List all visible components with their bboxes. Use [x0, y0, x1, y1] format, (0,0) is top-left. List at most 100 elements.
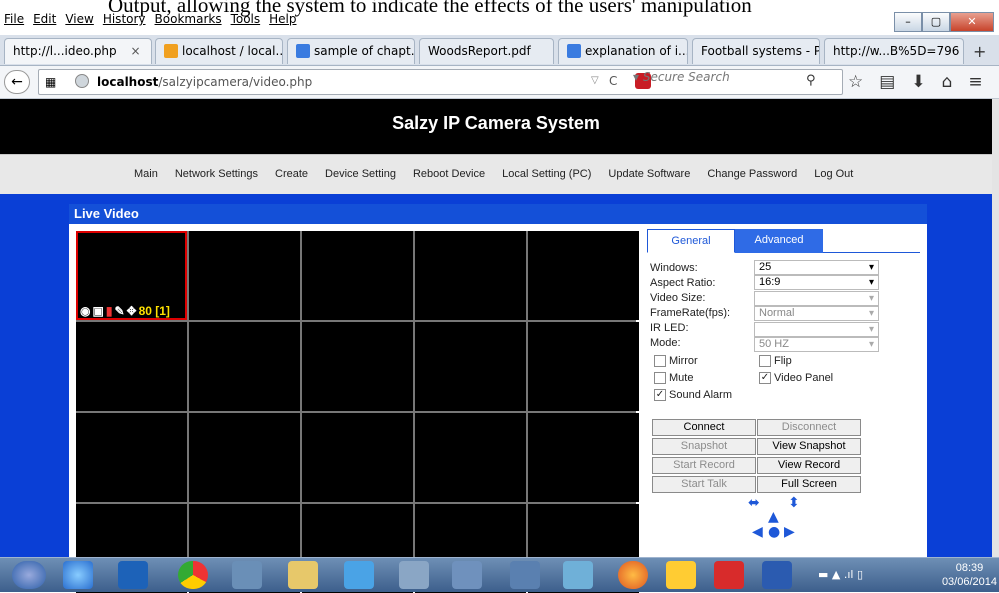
tab-sample-chapter[interactable]: sample of chapt... — [287, 38, 415, 64]
video-cell[interactable] — [302, 413, 413, 502]
menu-reboot-device[interactable]: Reboot Device — [413, 168, 485, 180]
video-panel-checkbox[interactable]: ✓ Video Panel — [759, 372, 833, 384]
bookmark-star-icon[interactable]: ☆ — [848, 72, 863, 92]
tab-phpmyadmin[interactable]: localhost / local... — [155, 38, 283, 64]
tray-icons[interactable]: ▬ ▲ .ıl ▯ — [818, 568, 863, 581]
home-icon[interactable]: ⌂ — [942, 72, 953, 92]
word-icon[interactable] — [762, 561, 792, 589]
menu-network-settings[interactable]: Network Settings — [175, 168, 258, 180]
video-cell[interactable] — [415, 231, 526, 320]
start-talk-button[interactable]: Start Talk — [652, 476, 756, 493]
ie-icon[interactable] — [344, 561, 374, 589]
tab-advanced[interactable]: Advanced — [735, 229, 823, 253]
mute-checkbox[interactable]: Mute — [654, 372, 693, 384]
alarm-icon[interactable]: ▮ — [106, 304, 113, 318]
view-snapshot-button[interactable]: View Snapshot — [757, 438, 861, 455]
pan-horizontal-icon[interactable]: ⬌ — [748, 495, 760, 511]
tilt-vertical-icon[interactable]: ⬍ — [788, 495, 800, 511]
reload-icon[interactable]: C — [609, 74, 617, 88]
framerate-select[interactable]: Normal — [754, 306, 879, 321]
ir-led-select[interactable] — [754, 322, 879, 337]
ptz-right-icon[interactable]: ▶ — [784, 524, 795, 540]
menu-local-setting[interactable]: Local Setting (PC) — [502, 168, 591, 180]
menu-update-software[interactable]: Update Software — [608, 168, 690, 180]
tab-close-icon[interactable]: × — [131, 44, 141, 58]
video-cell[interactable] — [528, 231, 639, 320]
paint-icon[interactable] — [232, 561, 262, 589]
app-icon[interactable] — [452, 561, 482, 589]
network-icon[interactable] — [510, 561, 540, 589]
video-size-select[interactable] — [754, 291, 879, 306]
move-icon[interactable]: ✥ — [127, 304, 137, 318]
menu-create[interactable]: Create — [275, 168, 308, 180]
search-input[interactable]: ▾ Secure Search — [633, 70, 831, 88]
disconnect-button[interactable]: Disconnect — [757, 419, 861, 436]
start-button-icon[interactable] — [12, 561, 46, 589]
menu-log-out[interactable]: Log Out — [814, 168, 853, 180]
flip-checkbox[interactable]: Flip — [759, 355, 792, 367]
lightbulb-icon[interactable] — [666, 561, 696, 589]
ptz-up-icon[interactable]: ▲ — [768, 509, 779, 525]
sound-alarm-checkbox[interactable]: ✓ Sound Alarm — [654, 389, 732, 401]
video-cell[interactable] — [415, 413, 526, 502]
video-cell[interactable] — [189, 231, 300, 320]
menu-change-password[interactable]: Change Password — [707, 168, 797, 180]
tab-football-systems[interactable]: Football systems - P... — [692, 38, 820, 64]
menu-file[interactable]: File — [4, 12, 24, 26]
chrome-icon[interactable] — [178, 561, 208, 589]
firefox-icon[interactable] — [618, 561, 648, 589]
video-cell[interactable] — [76, 413, 187, 502]
full-screen-button[interactable]: Full Screen — [757, 476, 861, 493]
mode-select[interactable]: 50 HZ — [754, 337, 879, 352]
maximize-button[interactable]: ▢ — [922, 12, 950, 32]
mirror-checkbox[interactable]: Mirror — [654, 355, 698, 367]
tab-woods-report[interactable]: WoodsReport.pdf — [419, 38, 554, 64]
menu-tools[interactable]: Tools — [231, 12, 261, 26]
menu-view[interactable]: View — [65, 12, 93, 26]
folder-icon[interactable] — [288, 561, 318, 589]
windows-select[interactable]: 25 — [754, 260, 879, 275]
aspect-ratio-select[interactable]: 16:9 — [754, 275, 879, 290]
video-cell[interactable] — [528, 322, 639, 411]
ptz-left-icon[interactable]: ◀ — [752, 524, 763, 540]
back-arrow-icon[interactable]: ← — [4, 70, 30, 94]
new-tab-button[interactable]: + — [973, 42, 986, 61]
search-icon[interactable]: ⚲ — [806, 73, 816, 88]
tab-general[interactable]: General — [647, 229, 735, 253]
menu-main[interactable]: Main — [134, 168, 158, 180]
video-cell[interactable] — [76, 322, 187, 411]
menu-bookmarks[interactable]: Bookmarks — [155, 12, 222, 26]
internet-explorer-icon[interactable] — [63, 561, 93, 589]
dropdown-icon[interactable]: ▽ — [591, 75, 599, 86]
snapshot-button[interactable]: Snapshot — [652, 438, 756, 455]
close-window-button[interactable]: ✕ — [950, 12, 994, 32]
video-cell[interactable] — [302, 231, 413, 320]
tab-explanation[interactable]: explanation of i... — [558, 38, 688, 64]
menu-history[interactable]: History — [103, 12, 146, 26]
outlook-icon[interactable] — [118, 561, 148, 589]
menu-help[interactable]: Help — [269, 12, 296, 26]
note-icon[interactable] — [563, 561, 593, 589]
video-cell-selected[interactable]: ◉ ▣ ▮ ✎ ✥ 80 [1] — [76, 231, 187, 320]
reading-list-icon[interactable]: ▤ — [879, 72, 895, 92]
tab-http-w[interactable]: http://w...B%5D=796 — [824, 38, 964, 64]
adobe-reader-icon[interactable] — [714, 561, 744, 589]
menu-hamburger-icon[interactable]: ≡ — [968, 72, 982, 92]
view-record-button[interactable]: View Record — [757, 457, 861, 474]
video-cell[interactable] — [189, 413, 300, 502]
menu-edit[interactable]: Edit — [33, 12, 56, 26]
page-scrollbar[interactable] — [992, 99, 999, 557]
connect-button[interactable]: Connect — [652, 419, 756, 436]
taskbar-clock[interactable]: 08:39 03/06/2014 — [942, 561, 997, 589]
wrench-icon[interactable]: ✎ — [114, 304, 124, 318]
video-cell[interactable] — [302, 322, 413, 411]
record-icon[interactable]: ◉ — [80, 304, 90, 318]
start-record-button[interactable]: Start Record — [652, 457, 756, 474]
menu-device-setting[interactable]: Device Setting — [325, 168, 396, 180]
tab-video-php[interactable]: http://l...ideo.php × — [4, 38, 152, 64]
book-icon[interactable] — [399, 561, 429, 589]
minimize-button[interactable]: – — [894, 12, 922, 32]
ptz-center-icon[interactable]: ● — [768, 524, 780, 540]
download-icon[interactable]: ⬇ — [911, 72, 925, 92]
camera-icon[interactable]: ▣ — [92, 304, 103, 318]
